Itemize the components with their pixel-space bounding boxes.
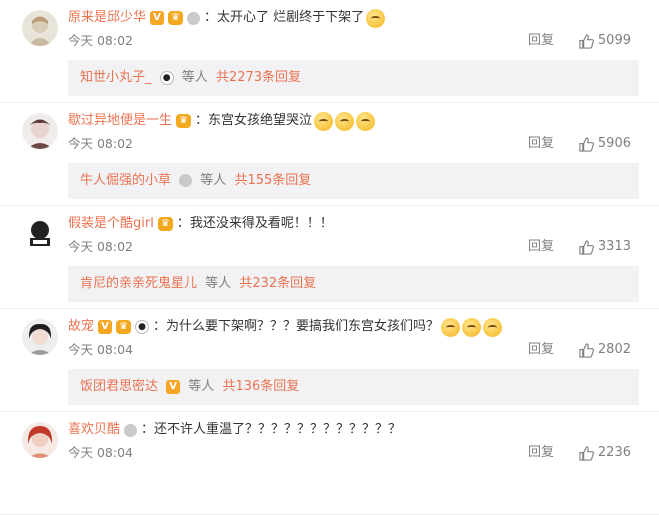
reply-username[interactable]: 肯尼的亲亲死鬼星儿 (80, 276, 197, 291)
thumbs-up-icon (579, 136, 594, 152)
like-button[interactable]: 5906 (579, 133, 631, 155)
crying-emoji-icon (314, 111, 334, 131)
comment-text: ：为什么要下架啊？？？要搞我们东宫女孩们吗？ (153, 319, 440, 334)
crying-emoji-icon (356, 111, 376, 131)
reply-button[interactable]: 回复 (528, 133, 554, 155)
reply-count-link[interactable]: 共155条回复 (234, 173, 311, 188)
like-button[interactable]: 3313 (579, 236, 631, 258)
comment-time: 今天 08:02 (68, 33, 133, 48)
avatar[interactable] (22, 319, 58, 355)
like-count: 2802 (597, 342, 631, 357)
reply-others-label: 等人 (205, 276, 232, 291)
comment-item: 故宠 V ♛ ● ：为什么要下架啊？？？要搞我们东宫女孩们吗？ 今天 08:04… (0, 309, 659, 412)
vip-badge-icon[interactable]: V (98, 320, 113, 334)
vip-badge-icon[interactable]: V (150, 11, 165, 25)
member-crown-icon[interactable]: ♛ (116, 320, 132, 334)
surprised-emoji-icon (441, 317, 461, 337)
reply-summary[interactable]: 饭团君思密达 V 等人 共136条回复 (68, 369, 639, 405)
medal-icon (179, 174, 193, 187)
reply-others-label: 等人 (200, 173, 227, 188)
reply-username[interactable]: 饭团君思密达 (80, 379, 158, 394)
medal-icon[interactable] (124, 423, 138, 437)
comment-username[interactable]: 原来是邱少华 (68, 8, 146, 28)
avatar[interactable] (22, 10, 58, 46)
reply-button[interactable]: 回复 (528, 442, 554, 464)
reply-others-label: 等人 (188, 379, 215, 394)
laughing-emoji-icon (366, 8, 386, 28)
comment-time: 今天 08:02 (68, 239, 133, 254)
like-count: 2236 (597, 445, 631, 460)
comment-item: 喜欢贝酷 ：还不许人重温了？？？？？？？？？？？？ 今天 08:04 回复 22… (0, 412, 659, 515)
comment-text: ：东宫女孩绝望哭泣 (195, 113, 313, 128)
comment-time: 今天 08:04 (68, 445, 133, 460)
reply-count-link[interactable]: 共2273条回复 (216, 70, 301, 85)
comment-text: ：太开心了 烂剧终于下架了 (204, 10, 365, 25)
surprised-emoji-icon (483, 317, 503, 337)
comment-username[interactable]: 歇过异地便是一生 (68, 111, 172, 131)
member-crown-icon[interactable]: ♛ (157, 217, 173, 231)
surprised-emoji-icon (462, 317, 482, 337)
reply-count-link[interactable]: 共136条回复 (222, 379, 299, 394)
reply-username[interactable]: 牛人倔强的小草 (80, 173, 171, 188)
reply-summary[interactable]: 知世小丸子_ ● 等人 共2273条回复 (68, 60, 639, 96)
member-crown-icon[interactable]: ♛ (176, 114, 192, 128)
member-crown-icon[interactable]: ♛ (168, 11, 184, 25)
comment-item: 原来是邱少华 V ♛ ：太开心了 烂剧终于下架了 今天 08:02 回复 509… (0, 0, 659, 103)
reply-summary[interactable]: 肯尼的亲亲死鬼星儿 等人 共232条回复 (68, 266, 639, 302)
reply-button[interactable]: 回复 (528, 30, 554, 52)
avatar[interactable] (22, 422, 58, 458)
panda-icon: ● (159, 70, 174, 85)
panda-icon: ● (135, 320, 150, 334)
thumbs-up-icon (579, 33, 594, 49)
comment-text: ：还不许人重温了？？？？？？？？？？？？ (141, 422, 402, 437)
comment-item: 歇过异地便是一生 ♛ ：东宫女孩绝望哭泣 今天 08:02 回复 5906 牛人… (0, 103, 659, 206)
comment-text: ：我还没来得及看呢！！！ (176, 216, 333, 231)
crying-emoji-icon (335, 111, 355, 131)
comment-item: 假装是个酷girl ♛ ：我还没来得及看呢！！！ 今天 08:02 回复 331… (0, 206, 659, 309)
like-count: 3313 (597, 239, 631, 254)
thumbs-up-icon (579, 342, 594, 358)
thumbs-up-icon (579, 445, 594, 461)
reply-count-link[interactable]: 共232条回复 (239, 276, 316, 291)
reply-button[interactable]: 回复 (528, 236, 554, 258)
comment-time: 今天 08:04 (68, 342, 133, 357)
medal-icon[interactable] (187, 11, 201, 25)
like-button[interactable]: 2802 (579, 339, 631, 361)
like-count: 5099 (597, 33, 631, 48)
like-button[interactable]: 5099 (579, 30, 631, 52)
comment-username[interactable]: 假装是个酷girl (68, 214, 154, 234)
like-button[interactable]: 2236 (579, 442, 631, 464)
reply-others-label: 等人 (181, 70, 208, 85)
comment-username[interactable]: 喜欢贝酷 (68, 420, 120, 440)
comment-username[interactable]: 故宠 (68, 317, 94, 337)
reply-summary[interactable]: 牛人倔强的小草 等人 共155条回复 (68, 163, 639, 199)
thumbs-up-icon (579, 239, 594, 255)
vip-badge-icon: V (166, 379, 181, 394)
avatar[interactable] (22, 113, 58, 149)
reply-username[interactable]: 知世小丸子_ (80, 70, 152, 85)
avatar[interactable] (22, 216, 58, 252)
like-count: 5906 (597, 136, 631, 151)
reply-button[interactable]: 回复 (528, 339, 554, 361)
comment-time: 今天 08:02 (68, 136, 133, 151)
